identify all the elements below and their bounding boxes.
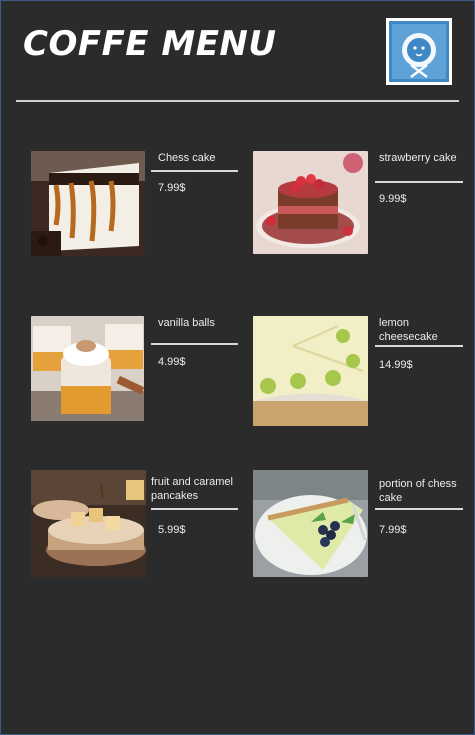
menu-item-2-image[interactable]: [253, 151, 368, 254]
lion-logo-icon: [389, 21, 449, 82]
menu-item-2-name: strawberry cake: [379, 152, 457, 164]
header-divider: [16, 100, 459, 102]
menu-item-2-price: 9.99$: [379, 193, 407, 205]
menu-item-4-divider: [375, 345, 463, 347]
menu-item-5-name: fruit and caramel pancakes: [151, 476, 233, 502]
menu-item-3-name: vanilla balls: [158, 317, 215, 329]
menu-item-6-divider: [375, 508, 463, 510]
menu-item-3-price: 4.99$: [158, 356, 186, 368]
menu-item-6-image[interactable]: [253, 470, 368, 577]
menu-item-4-price: 14.99$: [379, 359, 413, 371]
menu-item-3-image[interactable]: [31, 316, 144, 421]
menu-item-1-image[interactable]: [31, 151, 145, 256]
menu-item-5-price: 5.99$: [158, 524, 186, 536]
menu-item-6-price: 7.99$: [379, 524, 407, 536]
menu-item-6-name: portion of chess cake: [379, 478, 457, 504]
menu-page: COFFE MENU Chess cake 7.99$ strawberry c…: [0, 0, 475, 735]
menu-item-5-divider: [151, 508, 238, 510]
menu-item-1-divider: [151, 170, 238, 172]
menu-item-1-name: Chess cake: [158, 152, 216, 164]
logo[interactable]: [386, 18, 452, 85]
menu-item-3-divider: [151, 343, 238, 345]
page-title: COFFE MENU: [23, 24, 277, 64]
menu-item-2-divider: [375, 181, 463, 183]
menu-item-4-name: lemon cheesecake: [379, 317, 438, 343]
menu-item-4-image[interactable]: [253, 316, 368, 426]
menu-item-1-price: 7.99$: [158, 182, 186, 194]
menu-item-5-image[interactable]: [31, 470, 146, 577]
